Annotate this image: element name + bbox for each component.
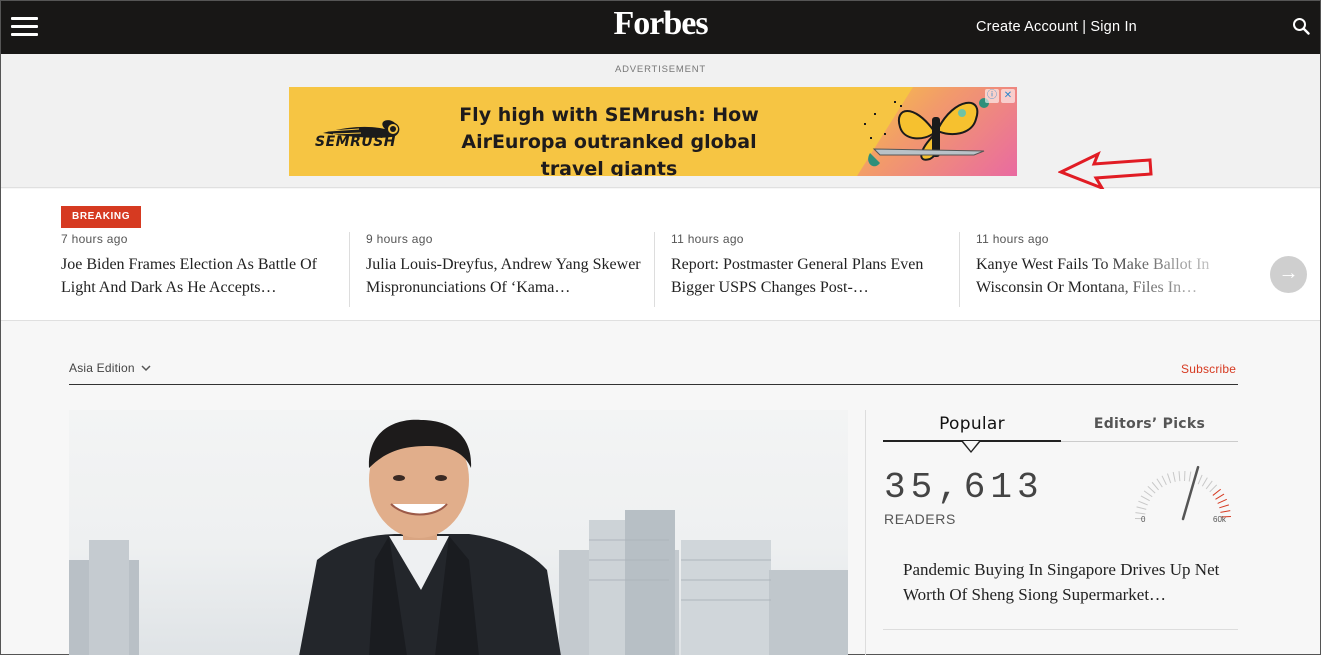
gauge-tick: [1212, 488, 1221, 496]
carousel-next-button[interactable]: →: [1270, 256, 1307, 293]
column-divider: [865, 410, 866, 655]
active-tab-caret-inner: [963, 441, 979, 451]
account-divider: |: [1082, 19, 1087, 35]
gauge-tick: [1143, 490, 1153, 498]
breaking-story[interactable]: 9 hours ago Julia Louis-Dreyfus, Andrew …: [349, 232, 654, 307]
section-divider: [69, 384, 1238, 385]
gauge-tick: [1140, 495, 1150, 502]
gauge-tick: [1219, 504, 1230, 509]
gauge-tick: [1220, 510, 1231, 513]
top-nav-bar: Forbes Create Account | Sign In: [1, 1, 1320, 54]
semrush-brand-text: SEMRUSH: [315, 134, 397, 150]
popular-story-title[interactable]: Pandemic Buying In Singapore Drives Up N…: [903, 557, 1238, 607]
gauge-tick: [1161, 475, 1167, 486]
story-divider: [883, 629, 1238, 630]
subscribe-link[interactable]: Subscribe: [1181, 362, 1236, 376]
story-time: 9 hours ago: [366, 232, 433, 246]
hero-photo-illustration: [69, 419, 848, 655]
breaking-story[interactable]: 11 hours ago Kanye West Fails To Make Ba…: [959, 232, 1264, 307]
gauge-ticks: [1134, 471, 1231, 520]
edition-selector[interactable]: Asia Edition: [69, 361, 151, 375]
readers-label: READERS: [884, 511, 956, 527]
gauge-tick: [1156, 478, 1163, 488]
story-title[interactable]: Julia Louis-Dreyfus, Andrew Yang Skewer …: [366, 253, 654, 299]
arrow-right-icon: →: [1278, 262, 1299, 284]
hero-image[interactable]: [69, 410, 848, 655]
ad-controls: ⓘ ✕: [985, 89, 1015, 103]
story-time: 11 hours ago: [671, 232, 744, 246]
sign-in-link[interactable]: Sign In: [1090, 19, 1137, 35]
gauge-tick: [1209, 484, 1218, 493]
search-icon[interactable]: [1292, 17, 1310, 35]
account-links: Create Account | Sign In: [976, 19, 1137, 35]
gauge-tick: [1217, 498, 1227, 504]
gauge-max-label: 60k: [1213, 515, 1227, 524]
gauge-tick: [1205, 480, 1213, 490]
ad-info-icon[interactable]: ⓘ: [985, 89, 999, 103]
tab-popular[interactable]: Popular: [883, 414, 1061, 442]
story-title[interactable]: Joe Biden Frames Election As Battle Of L…: [61, 253, 346, 299]
gauge-tick: [1172, 471, 1176, 482]
breaking-story[interactable]: 11 hours ago Report: Postmaster General …: [654, 232, 959, 307]
gauge-min-label: 0: [1141, 515, 1146, 524]
gauge-tick: [1197, 474, 1203, 485]
gauge-tick: [1147, 485, 1156, 494]
gauge-tick: [1167, 473, 1172, 484]
story-time: 7 hours ago: [61, 232, 128, 246]
breaking-badge: BREAKING: [61, 206, 142, 228]
gauge-tick: [1138, 500, 1148, 506]
reader-gauge: 0 60k: [1134, 465, 1231, 524]
gauge-tick: [1151, 481, 1159, 491]
gauge-tick: [1136, 506, 1147, 510]
advertisement-area: ADVERTISEMENT SEMRUSH Fly high with SEMr…: [1, 54, 1320, 190]
gauge-tick: [1201, 477, 1208, 487]
create-account-link[interactable]: Create Account: [976, 19, 1078, 35]
story-time: 11 hours ago: [976, 232, 1049, 246]
ad-headline: Fly high with SEMrush: How AirEuropa out…: [459, 104, 759, 176]
ad-close-icon[interactable]: ✕: [1001, 89, 1015, 103]
gauge-tick: [1135, 512, 1146, 515]
menu-icon[interactable]: [11, 17, 38, 37]
chevron-down-icon: [141, 365, 151, 372]
breaking-news-bar: BREAKING 7 hours ago Joe Biden Frames El…: [1, 189, 1320, 321]
advertisement-label: ADVERTISEMENT: [615, 64, 706, 75]
red-arrow-annotation-icon: [1058, 150, 1153, 190]
ad-banner[interactable]: SEMRUSH Fly high with SEMrush: How AirEu…: [289, 87, 1017, 176]
edition-label: Asia Edition: [69, 361, 135, 375]
breaking-story[interactable]: 7 hours ago Joe Biden Frames Election As…: [61, 232, 346, 307]
tab-editors-picks[interactable]: Editors’ Picks: [1061, 414, 1238, 442]
story-title[interactable]: Report: Postmaster General Plans Even Bi…: [671, 253, 959, 299]
logo-text[interactable]: Forbes: [613, 5, 708, 42]
reader-count: 35,613: [884, 467, 1044, 508]
gauge-tick: [1178, 471, 1181, 482]
butterfly-illustration-icon: [864, 98, 989, 167]
gauge-tick: [1188, 471, 1192, 482]
gauge-tick: [1215, 493, 1225, 500]
story-title[interactable]: Kanye West Fails To Make Ballot In Wisco…: [976, 253, 1264, 299]
